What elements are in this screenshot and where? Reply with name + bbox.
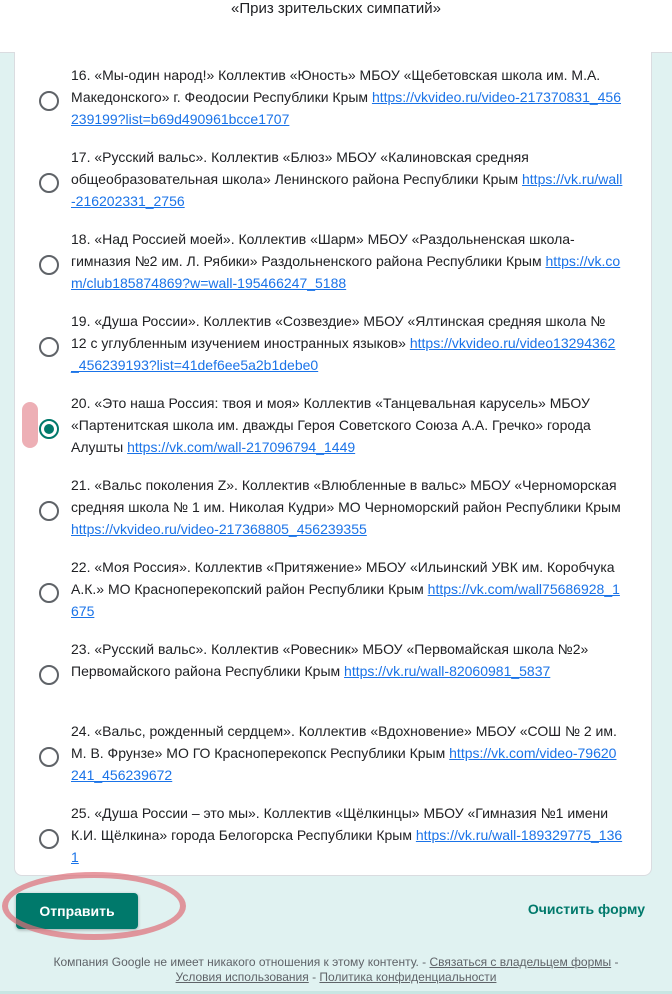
radio-option[interactable]: 22. «Моя Россия». Коллектив «Притяжение»… xyxy=(15,552,651,634)
radio-button[interactable] xyxy=(39,255,59,275)
radio-option[interactable]: 24. «Вальс, рожденный сердцем». Коллекти… xyxy=(15,716,651,798)
radio-button[interactable] xyxy=(39,91,59,111)
option-label: 19. «Душа России». Коллектив «Созвездие»… xyxy=(71,313,616,373)
radio-button[interactable] xyxy=(39,583,59,603)
radio-button[interactable] xyxy=(39,747,59,767)
footer-separator: - xyxy=(308,970,320,984)
contact-owner-link[interactable]: Связаться с владельцем формы xyxy=(430,955,612,969)
question-card: 16. «Мы-один народ!» Коллектив «Юность» … xyxy=(14,52,652,876)
form-title-bar: «Приз зрительских симпатий» xyxy=(0,0,672,22)
radio-option[interactable]: 17. «Русский вальс». Коллектив «Блюз» МБ… xyxy=(15,142,651,224)
radio-button[interactable] xyxy=(39,501,59,521)
option-label: 24. «Вальс, рожденный сердцем». Коллекти… xyxy=(71,723,617,783)
radio-button[interactable] xyxy=(39,337,59,357)
radio-option[interactable]: 23. «Русский вальс». Коллектив «Ровесник… xyxy=(15,634,651,716)
option-label: 20. «Это наша Россия: твоя и моя» Коллек… xyxy=(71,395,591,455)
option-label: 16. «Мы-один народ!» Коллектив «Юность» … xyxy=(71,67,622,127)
radio-option[interactable]: 19. «Душа России». Коллектив «Созвездие»… xyxy=(15,306,651,388)
option-label: 21. «Вальс поколения Z». Коллектив «Влюб… xyxy=(71,477,621,537)
option-link[interactable]: https://vk.com/wall-217096794_1449 xyxy=(127,439,355,455)
option-link[interactable]: https://vk.ru/wall-82060981_5837 xyxy=(344,663,550,679)
radio-button[interactable] xyxy=(39,665,59,685)
radio-button[interactable] xyxy=(39,829,59,849)
radio-option[interactable]: 21. «Вальс поколения Z». Коллектив «Влюб… xyxy=(15,470,651,552)
header-spacer xyxy=(0,22,672,53)
option-label: 23. «Русский вальс». Коллектив «Ровесник… xyxy=(71,641,589,679)
option-label: 22. «Моя Россия». Коллектив «Притяжение»… xyxy=(71,559,620,619)
radio-option[interactable]: 25. «Душа России – это мы». Коллектив «Щ… xyxy=(15,798,651,880)
radio-option[interactable]: 18. «Над Россией моей». Коллектив «Шарм»… xyxy=(15,224,651,306)
footer-disclaimer: Компания Google не имеет никакого отноше… xyxy=(53,955,430,969)
clear-form-button[interactable]: Очистить форму xyxy=(528,901,645,917)
radio-button[interactable] xyxy=(39,173,59,193)
radio-option[interactable]: 16. «Мы-один народ!» Коллектив «Юность» … xyxy=(15,60,651,142)
radio-options-list: 16. «Мы-один народ!» Коллектив «Юность» … xyxy=(15,60,651,880)
footer-separator: - xyxy=(611,955,619,969)
form-title: «Приз зрительских симпатий» xyxy=(230,0,441,17)
option-label: 17. «Русский вальс». Коллектив «Блюз» МБ… xyxy=(71,149,623,209)
option-label: 25. «Душа России – это мы». Коллектив «Щ… xyxy=(71,805,623,865)
option-link[interactable]: https://vkvideo.ru/video-217368805_45623… xyxy=(71,521,367,537)
radio-option[interactable]: 20. «Это наша Россия: твоя и моя» Коллек… xyxy=(15,388,651,470)
submit-button[interactable]: Отправить xyxy=(16,893,138,929)
terms-link[interactable]: Условия использования xyxy=(176,970,309,984)
privacy-link[interactable]: Политика конфиденциальности xyxy=(319,970,496,984)
annotation-mark xyxy=(22,402,38,448)
footer: Компания Google не имеет никакого отноше… xyxy=(0,955,672,985)
option-label: 18. «Над Россией моей». Коллектив «Шарм»… xyxy=(71,231,621,291)
radio-button-selected[interactable] xyxy=(39,419,59,439)
